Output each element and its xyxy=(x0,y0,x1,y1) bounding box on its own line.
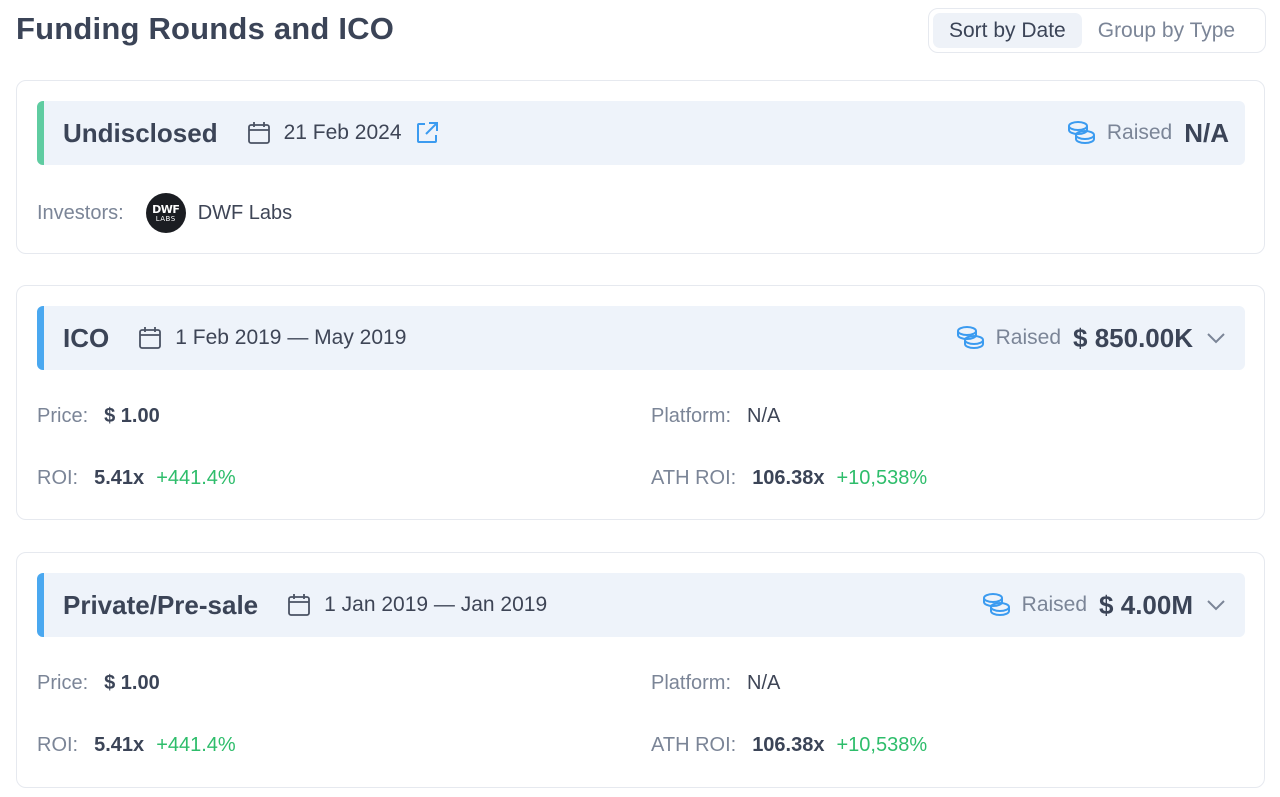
round-date: 1 Jan 2019 — Jan 2019 xyxy=(324,593,548,616)
page-title: Funding Rounds and ICO xyxy=(16,11,395,46)
price-label: Price: xyxy=(37,672,89,694)
price-stat: Price: $ 1.00 xyxy=(37,672,160,695)
external-link-icon[interactable] xyxy=(414,120,440,146)
round-header[interactable]: ICO 1 Feb 2019 — May 2019 Raised $ 850.0… xyxy=(37,306,1245,370)
group-by-type-button[interactable]: Group by Type xyxy=(1082,13,1251,48)
sort-toggle: Sort by Date Group by Type xyxy=(928,8,1266,53)
raised-value: $ 850.00K xyxy=(1073,322,1193,353)
investors-label: Investors: xyxy=(37,201,124,224)
price-label: Price: xyxy=(37,405,89,427)
roi-label: ROI: xyxy=(37,734,79,756)
roi-value: 5.41x xyxy=(94,734,145,756)
platform-stat: Platform: N/A xyxy=(651,405,780,428)
calendar-icon xyxy=(286,592,312,618)
funding-round-card: Undisclosed 21 Feb 2024 Raised N/A Inves… xyxy=(16,80,1265,254)
round-date: 21 Feb 2024 xyxy=(283,121,402,144)
round-header[interactable]: Private/Pre-sale 1 Jan 2019 — Jan 2019 R… xyxy=(37,573,1245,637)
coins-icon xyxy=(954,323,988,353)
ath-roi-value: 106.38x xyxy=(752,467,825,489)
price-value: $ 1.00 xyxy=(104,672,160,694)
investor-logo: DWF LABS xyxy=(145,193,186,233)
ath-roi-stat: ATH ROI: 106.38x +10,538% xyxy=(651,467,927,490)
round-type: Private/Pre-sale xyxy=(63,589,259,620)
round-type: ICO xyxy=(63,322,110,353)
calendar-icon xyxy=(137,325,163,351)
ath-roi-value: 106.38x xyxy=(752,734,825,756)
ath-roi-label: ATH ROI: xyxy=(651,467,737,489)
ath-roi-percent: +10,538% xyxy=(836,734,928,756)
roi-value: 5.41x xyxy=(94,467,145,489)
investor-name[interactable]: DWF Labs xyxy=(198,202,292,225)
funding-round-card: Private/Pre-sale 1 Jan 2019 — Jan 2019 R… xyxy=(16,552,1265,788)
ath-roi-label: ATH ROI: xyxy=(651,734,737,756)
sort-by-date-button[interactable]: Sort by Date xyxy=(933,13,1082,48)
raised-label: Raised xyxy=(1106,121,1173,144)
ath-roi-stat: ATH ROI: 106.38x +10,538% xyxy=(651,734,927,757)
round-header: Undisclosed 21 Feb 2024 Raised N/A xyxy=(37,101,1245,165)
price-stat: Price: $ 1.00 xyxy=(37,405,160,428)
roi-stat: ROI: 5.41x +441.4% xyxy=(37,467,236,490)
raised-label: Raised xyxy=(1021,593,1088,616)
chevron-down-icon[interactable] xyxy=(1203,325,1229,351)
platform-value: N/A xyxy=(747,672,781,694)
calendar-icon xyxy=(246,120,272,146)
raised-value: $ 4.00M xyxy=(1099,589,1193,620)
funding-round-card: ICO 1 Feb 2019 — May 2019 Raised $ 850.0… xyxy=(16,285,1265,520)
round-type: Undisclosed xyxy=(63,117,218,148)
roi-label: ROI: xyxy=(37,467,79,489)
roi-percent: +441.4% xyxy=(156,734,236,756)
roi-percent: +441.4% xyxy=(156,467,236,489)
round-date: 1 Feb 2019 — May 2019 xyxy=(175,326,407,349)
coins-icon xyxy=(980,590,1014,620)
chevron-down-icon[interactable] xyxy=(1203,592,1229,618)
platform-stat: Platform: N/A xyxy=(651,672,780,695)
roi-stat: ROI: 5.41x +441.4% xyxy=(37,734,236,757)
platform-value: N/A xyxy=(747,405,781,427)
investors-row: Investors: DWF LABS DWF Labs xyxy=(37,192,292,234)
ath-roi-percent: +10,538% xyxy=(836,467,928,489)
raised-label: Raised xyxy=(995,326,1062,349)
coins-icon xyxy=(1065,118,1099,148)
platform-label: Platform: xyxy=(651,672,732,694)
raised-value: N/A xyxy=(1184,117,1229,148)
platform-label: Platform: xyxy=(651,405,732,427)
price-value: $ 1.00 xyxy=(104,405,160,427)
